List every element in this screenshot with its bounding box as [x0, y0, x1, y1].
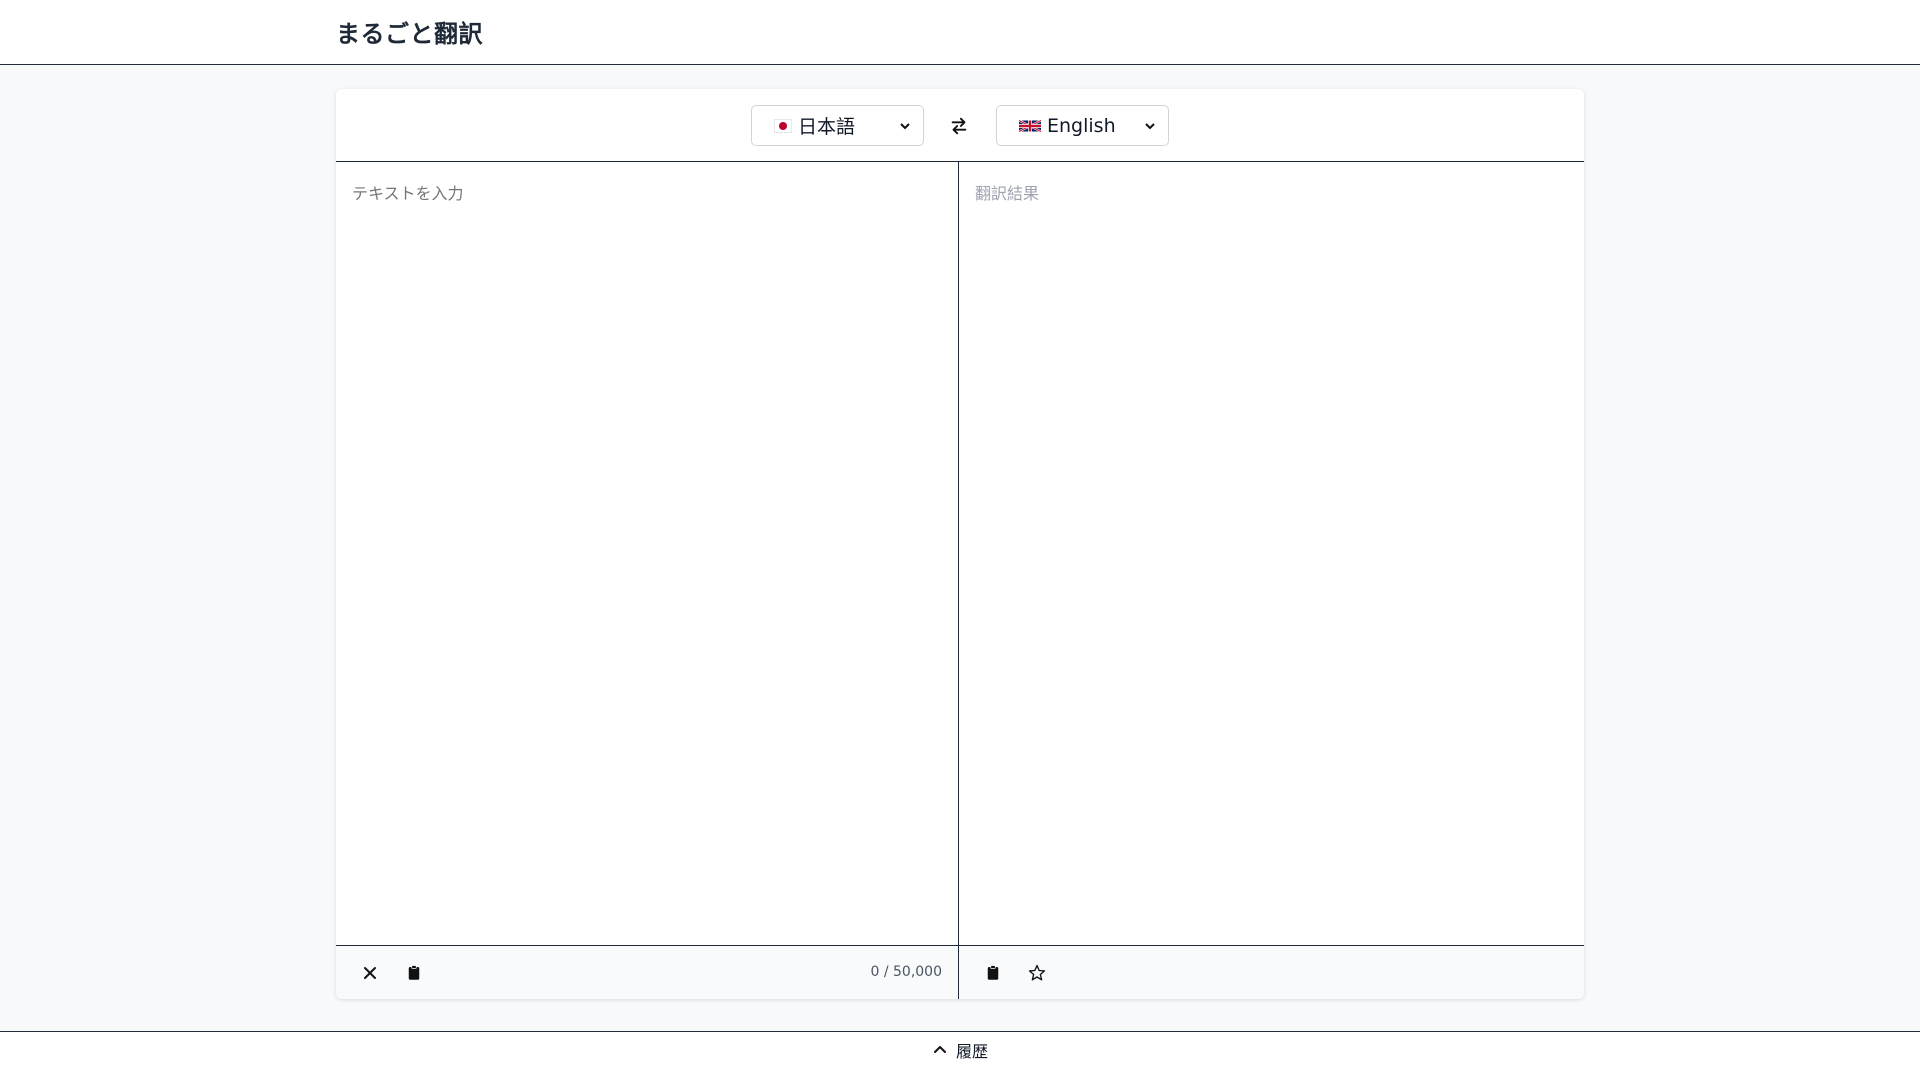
- character-count: 0 / 50,000: [870, 964, 942, 980]
- clear-button[interactable]: [356, 959, 384, 987]
- close-icon: [364, 967, 376, 979]
- source-text-input[interactable]: [336, 162, 958, 945]
- star-icon: [1028, 964, 1046, 981]
- target-language-label: English: [1047, 114, 1116, 137]
- chevron-up-icon: [933, 1046, 946, 1053]
- source-pane-footer: 0 / 50,000: [336, 945, 958, 999]
- language-bar: 日本語 English: [336, 89, 1584, 162]
- app-header: まるごと翻訳: [0, 0, 1920, 65]
- source-language-select[interactable]: 日本語: [751, 105, 924, 146]
- clipboard-icon: [987, 965, 999, 980]
- copy-button[interactable]: [979, 959, 1007, 987]
- clipboard-icon: [408, 965, 420, 980]
- app-root: まるごと翻訳 日本語 English テキストを入力 0 / 50,000 翻訳…: [0, 0, 1920, 1080]
- source-pane: 0 / 50,000: [336, 162, 959, 999]
- history-label: 履歴: [955, 1042, 988, 1061]
- history-toggle-button[interactable]: 履歴: [932, 1038, 988, 1062]
- favorite-button[interactable]: [1023, 959, 1051, 987]
- japan-flag-icon: [774, 118, 792, 133]
- translator-card: 日本語 English テキストを入力 0 / 50,000 翻訳結果: [336, 89, 1584, 999]
- source-language-label: 日本語: [798, 116, 856, 138]
- paste-button[interactable]: [400, 959, 428, 987]
- swap-icon: [951, 117, 967, 135]
- app-title: まるごと翻訳: [336, 20, 483, 48]
- translation-output: 翻訳結果: [959, 162, 1584, 945]
- history-bar: 履歴: [0, 1031, 1920, 1080]
- target-pane-footer: [959, 945, 1584, 999]
- chevron-down-icon: [1144, 120, 1156, 132]
- target-language-select[interactable]: English: [996, 105, 1169, 146]
- swap-languages-button[interactable]: [945, 112, 973, 140]
- chevron-down-icon: [899, 120, 911, 132]
- uk-flag-icon: [1019, 119, 1041, 133]
- target-pane: 翻訳結果: [959, 162, 1584, 999]
